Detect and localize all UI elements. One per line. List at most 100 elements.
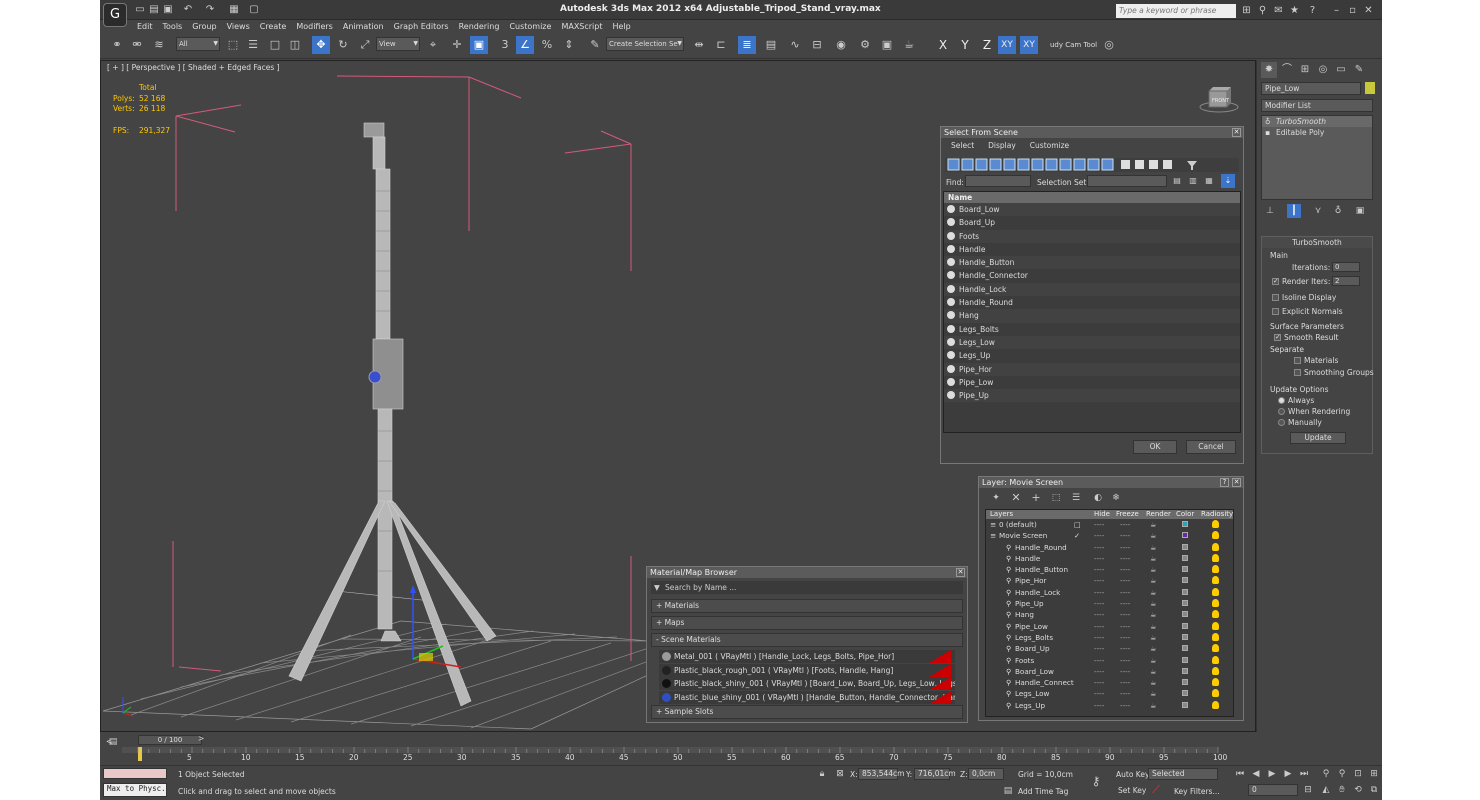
layer-color-swatch[interactable]	[1182, 667, 1188, 674]
freeze-toggle[interactable]: ----	[1120, 655, 1130, 666]
menu-maxscript[interactable]: MAXScript	[556, 20, 607, 33]
next-frame-icon[interactable]: ▶	[1282, 768, 1294, 780]
render-setup-icon[interactable]: ⚙	[856, 36, 874, 54]
radiosity-lightbulb-icon[interactable]	[1212, 520, 1219, 528]
radiosity-lightbulb-icon[interactable]	[1212, 531, 1219, 540]
constrain-z-button[interactable]: Z	[978, 36, 996, 54]
materials-section[interactable]: + Materials	[651, 599, 963, 613]
graphite-ribbon-icon[interactable]: ▤	[762, 36, 780, 54]
cancel-button[interactable]: Cancel	[1186, 440, 1236, 454]
render-teapot-icon[interactable]: ☕	[1150, 564, 1156, 575]
absolute-mode-icon[interactable]: ⊠	[834, 768, 846, 780]
expand-icon[interactable]: ▪	[1265, 127, 1270, 138]
freeze-toggle[interactable]: ----	[1120, 587, 1130, 598]
freeze-toggle[interactable]: ----	[1120, 598, 1130, 609]
time-tag-icon[interactable]: ▤	[1002, 785, 1014, 797]
list-item[interactable]: Pipe_Hor	[944, 362, 1240, 376]
select-by-name-icon[interactable]: ☰	[244, 36, 262, 54]
menu-modifiers[interactable]: Modifiers	[291, 20, 338, 33]
hide-toggle[interactable]: ----	[1094, 530, 1104, 541]
render-teapot-icon[interactable]: ☕	[1150, 677, 1156, 688]
render-teapot-icon[interactable]: ☕	[1150, 519, 1156, 530]
freeze-toggle[interactable]: ----	[1120, 609, 1130, 620]
z-coordinate-field[interactable]: 0,0cm	[968, 768, 1004, 780]
menu-create[interactable]: Create	[255, 20, 292, 33]
layers-column[interactable]: Layers	[990, 510, 1013, 519]
select-menu-display[interactable]: Display	[988, 141, 1016, 150]
hierarchy-tab-icon[interactable]: ⊞	[1297, 62, 1313, 78]
menu-customize[interactable]: Customize	[504, 20, 556, 33]
set-key-button[interactable]: Set Key	[1118, 786, 1146, 795]
layer-row[interactable]: ≡ Movie Screen ✓ ---- ---- ☕	[986, 530, 1233, 541]
radiosity-lightbulb-icon[interactable]	[1212, 576, 1219, 585]
open-icon[interactable]: ▤	[148, 4, 160, 16]
sel-set-add-icon[interactable]: ▤	[1171, 174, 1183, 188]
hide-toggle[interactable]: ----	[1094, 655, 1104, 666]
reference-coordinate-dropdown[interactable]: View	[376, 37, 420, 51]
hide-toggle[interactable]: ----	[1094, 632, 1104, 643]
show-end-result-icon[interactable]: ┃	[1287, 204, 1301, 218]
freeze-toggle[interactable]: ----	[1120, 700, 1130, 711]
layer-name[interactable]: Legs_Bolts	[1015, 632, 1053, 643]
selection-set-dropdown[interactable]	[1087, 175, 1167, 187]
list-item[interactable]: Board_Low	[944, 203, 1240, 217]
freeze-toggle[interactable]: ----	[1120, 666, 1130, 677]
menu-help[interactable]: Help	[608, 20, 636, 33]
hide-toggle[interactable]: ----	[1094, 666, 1104, 677]
material-browser-close-icon[interactable]: ✕	[956, 568, 965, 577]
render-column[interactable]: Render	[1146, 510, 1171, 519]
display-tab-icon[interactable]: ▭	[1333, 62, 1349, 78]
menu-edit[interactable]: Edit	[132, 20, 158, 33]
layer-color-swatch[interactable]	[1182, 554, 1188, 561]
sample-slots-section[interactable]: + Sample Slots	[651, 705, 963, 719]
layer-current-marker[interactable]: □	[1074, 519, 1081, 530]
percent-snap-icon[interactable]: %	[538, 36, 556, 54]
snaps-toggle-icon[interactable]: 3	[496, 36, 514, 54]
render-teapot-icon[interactable]: ☕	[1150, 666, 1156, 677]
pivot-center-icon[interactable]: ⌖	[424, 36, 442, 54]
search-options-icon[interactable]: ▼	[654, 581, 660, 594]
radiosity-lightbulb-icon[interactable]	[1212, 599, 1219, 608]
freeze-toggle[interactable]: ----	[1120, 553, 1130, 564]
help-icon[interactable]: ?	[1306, 4, 1319, 17]
selection-filter-dropdown[interactable]: All	[176, 37, 220, 51]
freeze-toggle[interactable]: ----	[1120, 575, 1130, 586]
constrain-xy-button[interactable]: XY	[998, 36, 1016, 54]
object-color-swatch[interactable]	[1365, 82, 1375, 94]
render-teapot-icon[interactable]: ☕	[1150, 688, 1156, 699]
previous-frame-icon[interactable]: ◀	[1250, 768, 1262, 780]
select-menu-customize[interactable]: Customize	[1030, 141, 1069, 150]
zoom-all-icon[interactable]: ⚲	[1336, 768, 1348, 780]
freeze-toggle[interactable]: ----	[1120, 530, 1130, 541]
hide-toggle[interactable]: ----	[1094, 519, 1104, 530]
hide-toggle[interactable]: ----	[1094, 643, 1104, 654]
hide-all-icon[interactable]: ◐	[1089, 491, 1107, 505]
render-teapot-icon[interactable]: ☕	[1150, 643, 1156, 654]
pan-view-icon[interactable]: ✋︎	[1336, 784, 1348, 796]
delete-layer-icon[interactable]: ✕	[1007, 491, 1025, 505]
manipulate-icon[interactable]: ✛	[448, 36, 466, 54]
layer-row[interactable]: ⚲ Hang ---- ---- ☕	[986, 609, 1233, 620]
scene-materials-section[interactable]: - Scene Materials	[651, 633, 963, 647]
hide-column[interactable]: Hide	[1094, 510, 1110, 519]
make-unique-icon[interactable]: ⋎	[1311, 204, 1325, 218]
material-search-input[interactable]: ▼ Search by Name ...	[651, 581, 963, 594]
freeze-toggle[interactable]: ----	[1120, 688, 1130, 699]
select-object-icon[interactable]: ⬚	[224, 36, 242, 54]
field-of-view-icon[interactable]: ◭	[1320, 784, 1332, 796]
layer-row[interactable]: ⚲ Board_Up ---- ---- ☕	[986, 643, 1233, 654]
menu-views[interactable]: Views	[222, 20, 255, 33]
select-scale-icon[interactable]: ⤢	[356, 36, 374, 54]
edit-named-selection-icon[interactable]: ✎	[586, 36, 604, 54]
hide-toggle[interactable]: ----	[1094, 598, 1104, 609]
current-frame-field[interactable]: 0	[1248, 784, 1298, 796]
select-in-layer-icon[interactable]: ⬚	[1047, 491, 1065, 505]
explicit-normals-checkbox[interactable]	[1272, 308, 1279, 315]
scene-material-item[interactable]: Plastic_black_shiny_001 ( VRayMtl ) [Boa…	[659, 677, 955, 690]
maxscript-listener-input[interactable]	[103, 768, 167, 779]
keyboard-shortcut-override-icon[interactable]: ▣	[470, 36, 488, 54]
menu-rendering[interactable]: Rendering	[454, 20, 505, 33]
list-item[interactable]: Handle	[944, 243, 1240, 256]
hide-toggle[interactable]: ----	[1094, 700, 1104, 711]
layer-name[interactable]: Pipe_Up	[1015, 598, 1044, 609]
